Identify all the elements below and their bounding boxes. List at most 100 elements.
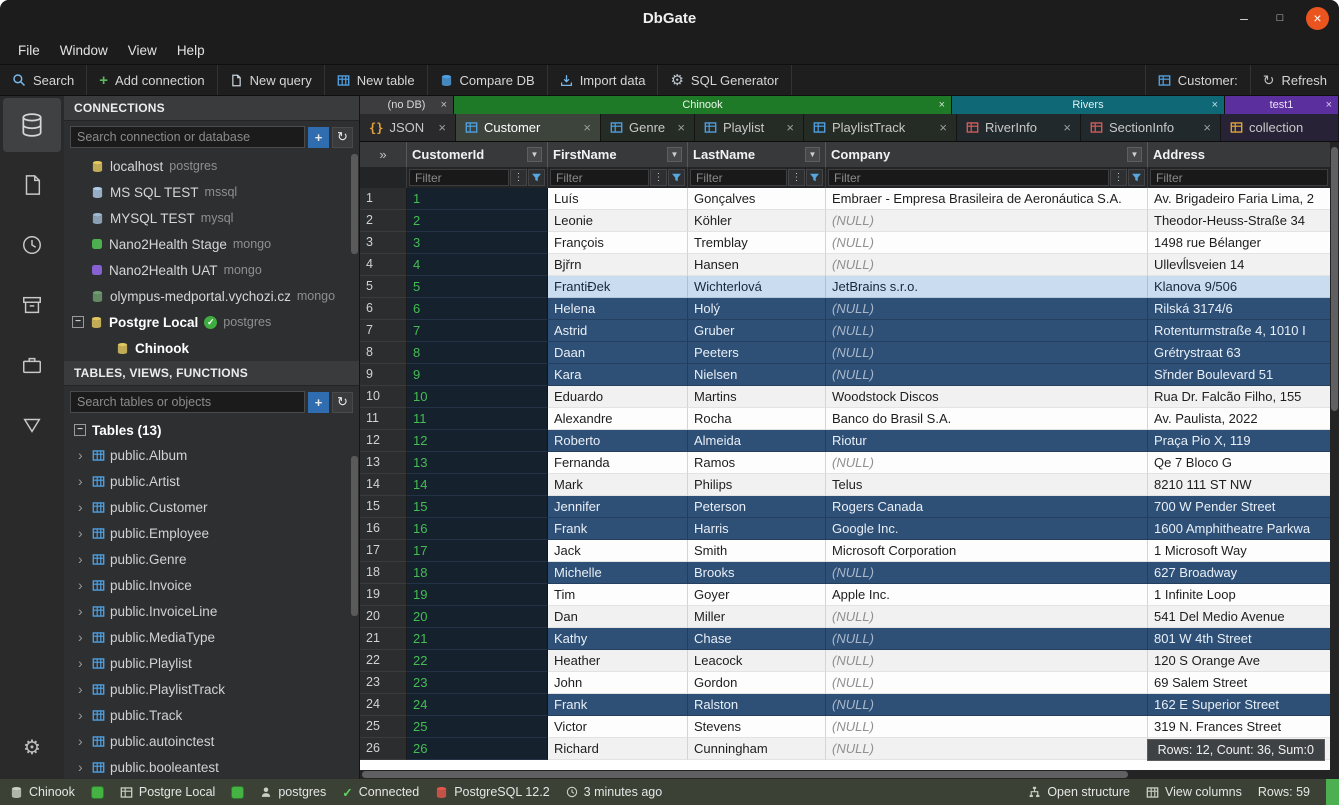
row-number-cell[interactable]: 13 [360,452,407,474]
cell-customerid[interactable]: 4 [407,254,548,276]
tables-search-input[interactable] [70,391,305,413]
cell-company[interactable]: (NULL) [826,254,1148,276]
row-number-cell[interactable]: 22 [360,650,407,672]
cell-company[interactable]: (NULL) [826,562,1148,584]
table-item[interactable]: ›public.Playlist [64,650,359,676]
cell-address[interactable]: 319 N. Frances Street [1148,716,1330,738]
cell-company[interactable]: (NULL) [826,606,1148,628]
table-item[interactable]: ›public.Track [64,702,359,728]
cell-lastname[interactable]: Martins [688,386,826,408]
cell-lastname[interactable]: Harris [688,518,826,540]
cell-lastname[interactable]: Köhler [688,210,826,232]
menu-item-window[interactable]: Window [50,39,118,62]
cell-firstname[interactable]: Luís [548,188,688,210]
cell-customerid[interactable]: 11 [407,408,548,430]
close-icon[interactable]: × [786,120,794,135]
table-item[interactable]: ›public.InvoiceLine [64,598,359,624]
row-number-cell[interactable]: 20 [360,606,407,628]
cell-address[interactable]: 1600 Amphitheatre Parkwa [1148,518,1330,540]
close-icon[interactable]: × [583,120,591,135]
toolbar-sql-generator-button[interactable]: ⚙ SQL Generator [658,65,791,95]
cell-lastname[interactable]: Peterson [688,496,826,518]
filter-menu-icon[interactable]: ⋮ [650,169,667,186]
connection-item[interactable]: olympus-medportal.vychozi.czmongo [64,283,359,309]
chevron-right-icon[interactable]: › [78,603,87,619]
tabgroup-no-db[interactable]: (no DB) × [360,96,454,114]
connection-item[interactable]: MYSQL TESTmysql [64,205,359,231]
cell-company[interactable]: (NULL) [826,716,1148,738]
cell-customerid[interactable]: 1 [407,188,548,210]
cell-customerid[interactable]: 14 [407,474,548,496]
cell-lastname[interactable]: Smith [688,540,826,562]
row-number-cell[interactable]: 10 [360,386,407,408]
maximize-button[interactable]: □ [1270,12,1290,24]
cell-company[interactable]: (NULL) [826,232,1148,254]
cell-firstname[interactable]: Roberto [548,430,688,452]
tabgroup-test1[interactable]: test1 × [1225,96,1339,114]
tab-genre[interactable]: Genre × [601,114,695,141]
menu-item-file[interactable]: File [8,39,50,62]
cell-company[interactable]: (NULL) [826,628,1148,650]
cell-firstname[interactable]: Eduardo [548,386,688,408]
cell-firstname[interactable]: François [548,232,688,254]
cell-customerid[interactable]: 13 [407,452,548,474]
cell-address[interactable]: 700 W Pender Street [1148,496,1330,518]
cell-lastname[interactable]: Holý [688,298,826,320]
settings-gear-icon[interactable]: ⚙ [3,727,61,767]
cell-address[interactable]: 541 Del Medio Avenue [1148,606,1330,628]
cell-lastname[interactable]: Leacock [688,650,826,672]
cell-lastname[interactable]: Miller [688,606,826,628]
sidebar-icon-history[interactable] [3,218,61,272]
filter-menu-icon[interactable]: ⋮ [1110,169,1127,186]
menu-item-help[interactable]: Help [167,39,215,62]
tab-customer[interactable]: Customer × [456,114,601,141]
tab-riverinfo[interactable]: RiverInfo × [957,114,1081,141]
close-icon[interactable]: × [438,120,446,135]
filter-funnel-icon[interactable] [528,169,545,186]
table-item[interactable]: ›public.Genre [64,546,359,572]
row-number-cell[interactable]: 18 [360,562,407,584]
cell-lastname[interactable]: Almeida [688,430,826,452]
refresh-icon[interactable]: ↻ [332,127,353,148]
column-header-lastname[interactable]: LastName ▼ [688,142,826,167]
chevron-right-icon[interactable]: › [78,707,87,723]
cell-company[interactable]: (NULL) [826,364,1148,386]
row-number-cell[interactable]: 24 [360,694,407,716]
connection-item[interactable]: Nano2Health Stagemongo [64,231,359,257]
sidebar-icon-files[interactable] [3,158,61,212]
column-header-customerid[interactable]: CustomerId ▼ [407,142,548,167]
row-number-cell[interactable]: 17 [360,540,407,562]
connections-scrollbar[interactable] [351,154,358,254]
row-number-cell[interactable]: 3 [360,232,407,254]
cell-customerid[interactable]: 8 [407,342,548,364]
toolbar-import-data-button[interactable]: Import data [548,65,659,95]
refresh-icon[interactable]: ↻ [332,392,353,413]
filter-input-lastname[interactable] [690,169,787,186]
cell-lastname[interactable]: Nielsen [688,364,826,386]
cell-customerid[interactable]: 9 [407,364,548,386]
filter-menu-icon[interactable]: ⋮ [510,169,527,186]
cell-company[interactable]: Telus [826,474,1148,496]
cell-firstname[interactable]: Fernanda [548,452,688,474]
connection-item[interactable]: −Postgre Local✓postgres [64,309,359,335]
table-item[interactable]: ›public.Artist [64,468,359,494]
cell-customerid[interactable]: 23 [407,672,548,694]
cell-customerid[interactable]: 2 [407,210,548,232]
chevron-right-icon[interactable]: › [78,551,87,567]
chevron-down-icon[interactable]: ▼ [667,147,682,162]
collapse-icon[interactable]: − [74,424,86,436]
connection-item[interactable]: Chinook [64,335,359,361]
chevron-right-icon[interactable]: › [78,759,87,775]
cell-customerid[interactable]: 7 [407,320,548,342]
cell-firstname[interactable]: Victor [548,716,688,738]
cell-firstname[interactable]: Frank [548,694,688,716]
cell-address[interactable]: Grétrystraat 63 [1148,342,1330,364]
cell-company[interactable]: JetBrains s.r.o. [826,276,1148,298]
menu-item-view[interactable]: View [118,39,167,62]
tables-group-row[interactable]: − Tables (13) [64,418,359,442]
cell-firstname[interactable]: Astrid [548,320,688,342]
cell-firstname[interactable]: Michelle [548,562,688,584]
tab-sectioninfo[interactable]: SectionInfo × [1081,114,1221,141]
row-number-cell[interactable]: 19 [360,584,407,606]
tab-collection[interactable]: collection [1221,114,1339,141]
